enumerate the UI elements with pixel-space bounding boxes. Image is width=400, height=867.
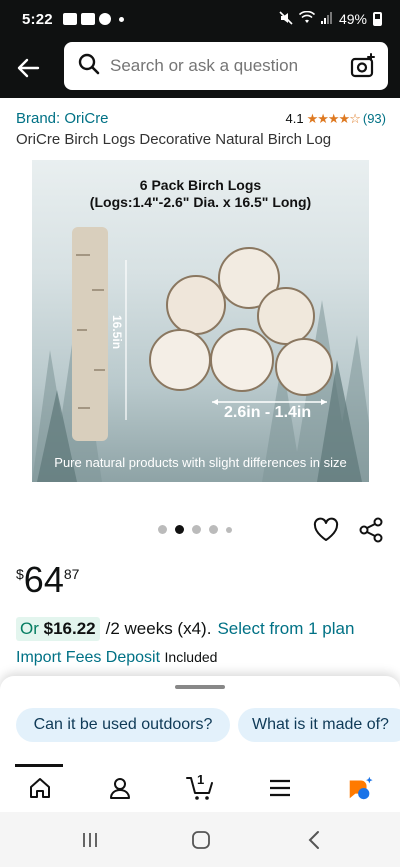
camera-icon xyxy=(350,53,375,78)
image-carousel-dots[interactable] xyxy=(158,525,232,534)
home-icon xyxy=(30,778,50,798)
search-input[interactable] xyxy=(110,56,348,76)
account-icon xyxy=(110,778,130,799)
nav-account[interactable] xyxy=(106,774,134,802)
image-caption-line1: 6 Pack Birch Logs xyxy=(139,177,262,193)
import-fees-value: Included xyxy=(164,649,218,665)
rating-summary[interactable]: 4.1 ★★★★☆ (93) xyxy=(286,111,386,127)
import-fees: Import Fees Deposit Included xyxy=(16,649,217,667)
nav-active-indicator xyxy=(15,764,63,767)
price-symbol: $ xyxy=(16,566,24,582)
status-right: 49% xyxy=(279,10,382,28)
back-button[interactable] xyxy=(6,46,50,90)
suggestion-sheet: Can it be used outdoors? What is it made… xyxy=(0,676,400,774)
wifi-icon xyxy=(298,10,316,27)
signal-icon xyxy=(320,11,333,27)
star-rating-icon: ★★★★☆ xyxy=(306,110,361,126)
cart-count: 1 xyxy=(197,772,205,787)
product-title: OriCre Birch Logs Decorative Natural Bir… xyxy=(16,131,332,148)
diameter-label: 2.6in - 1.4in xyxy=(224,404,312,421)
heart-icon xyxy=(313,517,339,541)
rating-count: (93) xyxy=(362,111,386,126)
share-button[interactable] xyxy=(358,517,384,543)
recent-apps-icon xyxy=(83,833,97,847)
length-label: 16.5in xyxy=(110,315,124,350)
image-caption-line2: (Logs:1.4"-2.6" Dia. x 16.5" Long) xyxy=(89,194,312,210)
product-meta: Brand: OriCre 4.1 ★★★★☆ (93) OriCre Birc… xyxy=(16,110,386,148)
battery-icon xyxy=(373,12,382,26)
gallery-icon xyxy=(62,13,77,25)
brand-link[interactable]: Brand: OriCre xyxy=(16,110,109,127)
youtube-icon xyxy=(80,13,95,25)
home-button[interactable] xyxy=(190,830,212,850)
image-caption-title: 6 Pack Birch Logs (Logs:1.4"-2.6" Dia. x… xyxy=(32,177,369,211)
app-notification-icon xyxy=(98,13,111,25)
plan-amount: $16.22 xyxy=(43,619,96,638)
system-navigation-bar xyxy=(0,812,400,867)
import-fees-link[interactable]: Import Fees Deposit xyxy=(16,649,160,666)
carousel-dot[interactable] xyxy=(209,525,218,534)
wishlist-button[interactable] xyxy=(313,517,339,543)
camera-search-button[interactable] xyxy=(348,51,378,81)
battery-level: 49% xyxy=(338,11,367,27)
rufus-icon xyxy=(349,776,373,800)
price-fraction: 87 xyxy=(63,566,80,582)
share-icon xyxy=(359,517,383,543)
nav-home[interactable] xyxy=(26,774,54,802)
plan-prefix: Or xyxy=(20,619,39,638)
menu-icon xyxy=(270,779,290,797)
brand-row: Brand: OriCre 4.1 ★★★★☆ (93) xyxy=(16,110,386,127)
back-arrow-icon xyxy=(17,58,40,78)
status-bar: 5:22 49% xyxy=(0,0,400,38)
more-notifications-icon xyxy=(118,16,124,22)
price-whole: 64 xyxy=(23,559,64,600)
price: $ 64 87 xyxy=(16,560,79,600)
select-plan-link[interactable]: Select from 1 plan xyxy=(217,619,354,639)
status-time: 5:22 xyxy=(22,10,53,28)
suggestion-chip[interactable]: Can it be used outdoors? xyxy=(16,708,230,742)
nav-rufus-assistant[interactable] xyxy=(346,774,374,802)
recent-apps-button[interactable] xyxy=(80,830,100,850)
search-icon xyxy=(78,53,100,80)
notification-icons xyxy=(62,13,124,25)
rating-value: 4.1 xyxy=(285,111,304,126)
carousel-dot[interactable] xyxy=(226,526,232,533)
plan-term: /2 weeks (x4). xyxy=(105,619,212,638)
search-bar[interactable] xyxy=(64,42,388,90)
carousel-dot[interactable] xyxy=(158,525,167,534)
plan-badge: Or $16.22 xyxy=(16,617,100,641)
carousel-dot[interactable] xyxy=(192,525,201,534)
system-back-button[interactable] xyxy=(304,830,324,850)
product-image[interactable]: 6 Pack Birch Logs (Logs:1.4"-2.6" Dia. x… xyxy=(32,160,369,482)
payment-plan: Or $16.22 /2 weeks (x4). Select from 1 p… xyxy=(16,617,354,641)
suggestion-chip[interactable]: What is it made of? xyxy=(238,708,400,742)
image-caption-bottom: Pure natural products with slight differ… xyxy=(54,455,347,470)
home-circle-icon xyxy=(192,831,210,849)
nav-menu[interactable] xyxy=(266,774,294,802)
sheet-drag-handle[interactable] xyxy=(175,685,225,689)
carousel-dot-active[interactable] xyxy=(175,525,184,534)
mute-icon xyxy=(279,10,293,28)
chevron-left-icon xyxy=(308,831,319,849)
app-header xyxy=(0,38,400,98)
bottom-nav: 1 xyxy=(0,764,400,812)
nav-cart[interactable]: 1 xyxy=(186,772,214,802)
